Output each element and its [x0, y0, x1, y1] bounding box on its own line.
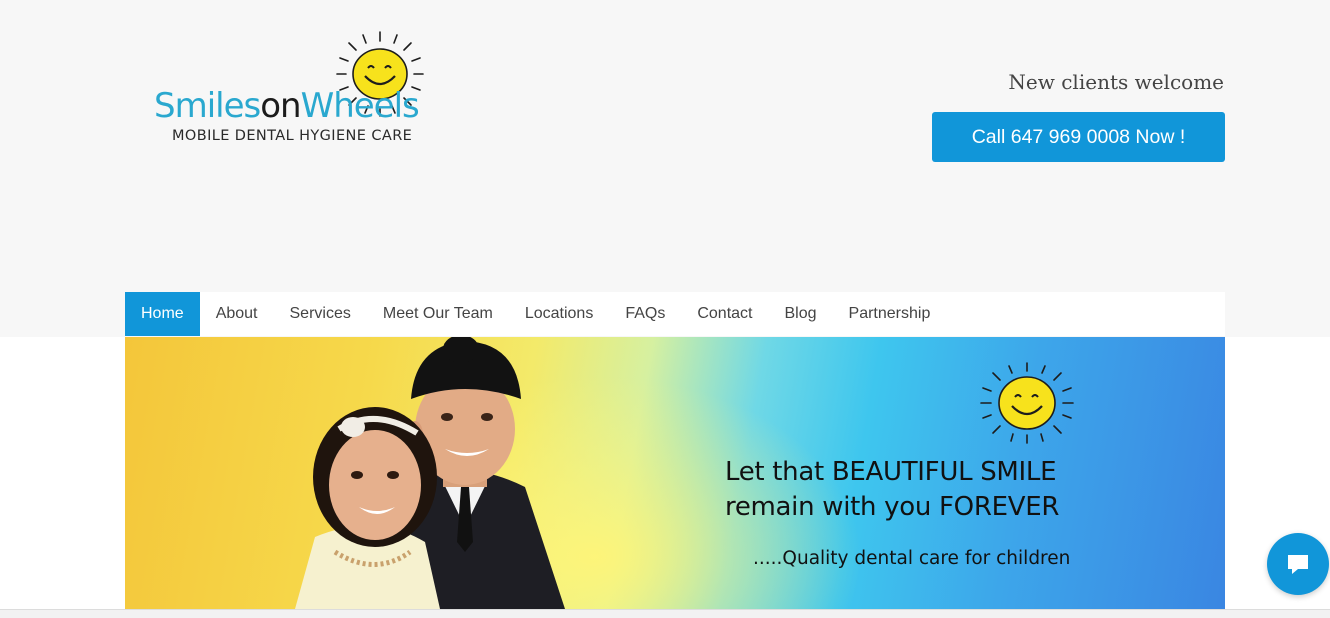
chat-button[interactable]	[1267, 533, 1329, 595]
children-photo	[295, 337, 565, 609]
logo-word-wheels: Wheels	[300, 86, 420, 126]
smiling-sun-icon	[980, 362, 1074, 444]
chat-bubble-icon	[1288, 555, 1308, 574]
hero-banner: Let that BEAUTIFUL SMILE remain with you…	[125, 337, 1225, 609]
hero-headline-line1: Let that BEAUTIFUL SMILE	[725, 457, 1057, 487]
logo-tagline: MOBILE DENTAL HYGIENE CARE	[172, 128, 413, 144]
nav-item-meet-our-team[interactable]: Meet Our Team	[367, 292, 509, 336]
nav-item-contact[interactable]: Contact	[681, 292, 768, 336]
nav-item-faqs[interactable]: FAQs	[609, 292, 681, 336]
site-logo[interactable]: SmilesonWheels MOBILE DENTAL HYGIENE CAR…	[150, 30, 440, 150]
hero-subtitle: .....Quality dental care for children	[753, 548, 1071, 569]
welcome-text: New clients welcome	[1008, 70, 1224, 94]
logo-wordmark: SmilesonWheels	[154, 86, 420, 126]
nav-item-about[interactable]: About	[200, 292, 274, 336]
nav-item-blog[interactable]: Blog	[768, 292, 832, 336]
nav-item-home[interactable]: Home	[125, 292, 200, 336]
nav-item-services[interactable]: Services	[274, 292, 367, 336]
nav-item-locations[interactable]: Locations	[509, 292, 610, 336]
logo-word-smiles: Smiles	[154, 86, 261, 126]
hero-headline-line2: remain with you FOREVER	[725, 492, 1060, 522]
nav-item-partnership[interactable]: Partnership	[833, 292, 947, 336]
logo-word-on: on	[260, 86, 301, 126]
main-nav: Home About Services Meet Our Team Locati…	[125, 292, 1225, 336]
call-now-button[interactable]: Call 647 969 0008 Now !	[932, 112, 1225, 162]
